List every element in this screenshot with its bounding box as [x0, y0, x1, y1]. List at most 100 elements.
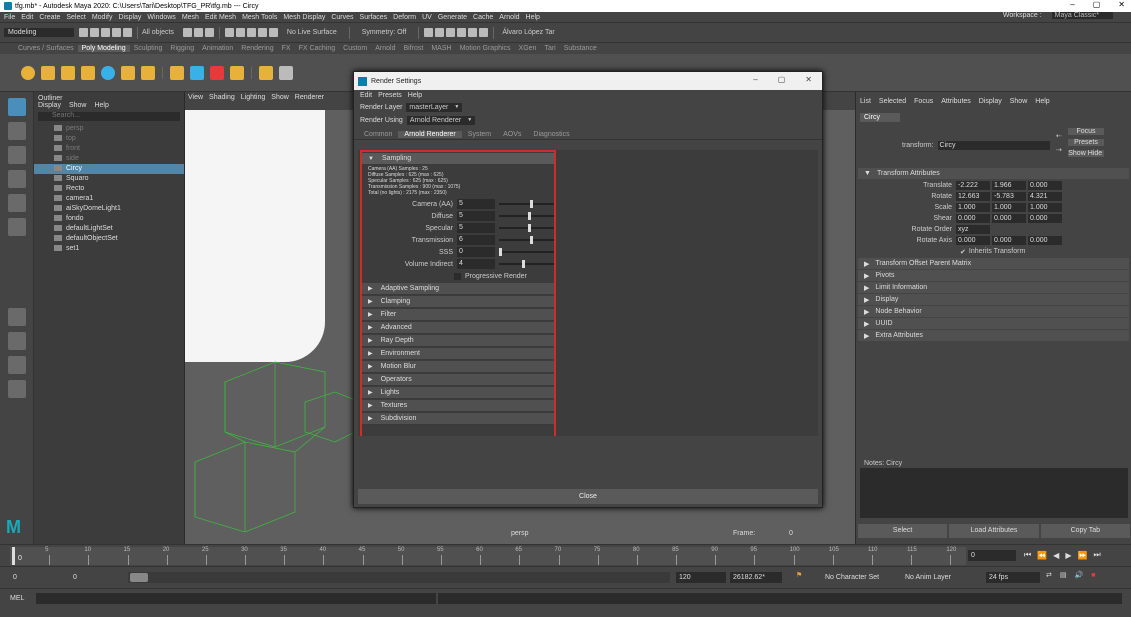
load-attributes-button[interactable]: Load Attributes: [949, 524, 1039, 538]
close-button[interactable]: ✕: [1118, 0, 1125, 9]
step-back-frame-icon[interactable]: ◀: [1053, 551, 1059, 560]
scale-z-field[interactable]: 1.000: [1028, 203, 1062, 212]
section-clamping[interactable]: ▶ Clamping: [362, 296, 554, 308]
select-button[interactable]: Select: [858, 524, 948, 538]
shelf-tab-motion-graphics[interactable]: Motion Graphics: [456, 45, 515, 52]
transmission-field[interactable]: 6: [457, 235, 495, 245]
shelf-tab-tari[interactable]: Tari: [540, 45, 559, 52]
section-motion-blur[interactable]: ▶ Motion Blur: [362, 361, 554, 373]
ae-section-display[interactable]: ▶ Display: [858, 294, 1129, 305]
playback-start-field[interactable]: 0: [70, 572, 124, 583]
animation-end-field[interactable]: 26182.62*: [730, 572, 782, 583]
shelf-tab-rendering[interactable]: Rendering: [237, 45, 277, 52]
preferences-icon[interactable]: ▤: [1060, 571, 1067, 579]
rs-tab-diagnostics[interactable]: Diagnostics: [527, 131, 575, 138]
menu-create[interactable]: Create: [39, 14, 60, 21]
rotate-axis-x-field[interactable]: 0.000: [956, 236, 990, 245]
camera-aa-field[interactable]: 5: [457, 199, 495, 209]
menu-deform[interactable]: Deform: [393, 14, 416, 21]
slider-knob[interactable]: [530, 236, 534, 244]
menu-edit-mesh[interactable]: Edit Mesh: [205, 14, 236, 21]
render-frame-icon[interactable]: [435, 28, 445, 37]
poly-cylinder-icon[interactable]: [61, 65, 75, 80]
outliner-item-circy[interactable]: Circy: [34, 164, 184, 174]
section-filter[interactable]: ▶ Filter: [362, 309, 554, 321]
character-set-dropdown[interactable]: No Character Set: [822, 572, 898, 583]
copy-tab-button[interactable]: Copy Tab: [1040, 524, 1130, 538]
section-environment[interactable]: ▶ Environment: [362, 348, 554, 360]
camera-aa-slider[interactable]: [499, 200, 554, 208]
sss-field[interactable]: 0: [457, 247, 495, 257]
snap-curve-icon[interactable]: [235, 28, 245, 37]
ae-section-limit-information[interactable]: ▶ Limit Information: [858, 282, 1129, 293]
rs-maximize-button[interactable]: ▢: [778, 75, 786, 84]
arnold-render-icon[interactable]: [479, 28, 489, 37]
range-bar-handle[interactable]: [130, 573, 148, 582]
menu-surfaces[interactable]: Surfaces: [360, 14, 388, 21]
rs-minimize-button[interactable]: –: [753, 75, 757, 84]
focus-button[interactable]: Focus: [1068, 128, 1104, 135]
poly-torus-icon[interactable]: [101, 65, 115, 80]
live-surface-field[interactable]: No Live Surface: [287, 29, 337, 36]
shelf-tab-mash[interactable]: MASH: [427, 45, 455, 52]
time-slider[interactable]: 0 5 10 15 20 25 30 35 40 45 50 55 60 65 70 75 80 85 90 95 1…: [0, 544, 1131, 566]
poly-cube-icon[interactable]: [41, 65, 55, 80]
menu-edit[interactable]: Edit: [21, 14, 33, 21]
presets-icon[interactable]: ⇢: [1056, 146, 1062, 154]
specular-slider[interactable]: [499, 224, 554, 232]
shear-y-field[interactable]: 0.000: [992, 214, 1026, 223]
outliner-layout-icon[interactable]: [8, 380, 26, 398]
range-bar[interactable]: [128, 572, 670, 583]
rotate-axis-z-field[interactable]: 0.000: [1028, 236, 1062, 245]
paint-select-tool-icon[interactable]: [8, 146, 26, 164]
diffuse-slider[interactable]: [499, 212, 554, 220]
mel-label[interactable]: MEL: [10, 595, 24, 602]
poly-disc-icon[interactable]: [141, 65, 155, 80]
workspace-dropdown[interactable]: Maya Classic*: [1051, 12, 1113, 19]
ae-menu-list[interactable]: List: [860, 98, 871, 105]
menu-curves[interactable]: Curves: [331, 14, 353, 21]
ae-menu-attributes[interactable]: Attributes: [941, 98, 971, 105]
section-advanced[interactable]: ▶ Advanced: [362, 322, 554, 334]
volume-indirect-slider[interactable]: [499, 260, 554, 268]
outliner-search-input[interactable]: Search...: [38, 112, 180, 121]
shear-z-field[interactable]: 0.000: [1028, 214, 1062, 223]
combine-icon[interactable]: [190, 65, 204, 80]
outliner-menu-help[interactable]: Help: [94, 102, 108, 109]
maximize-button[interactable]: ▢: [1093, 0, 1101, 9]
shelf-tab-custom[interactable]: Custom: [339, 45, 371, 52]
select-tool-icon[interactable]: [8, 98, 26, 116]
menu-file[interactable]: File: [4, 14, 15, 21]
poly-sphere-icon[interactable]: [21, 65, 35, 80]
scale-y-field[interactable]: 1.000: [992, 203, 1026, 212]
shelf-tab-fx-caching[interactable]: FX Caching: [295, 45, 340, 52]
presets-button[interactable]: Presets: [1068, 139, 1104, 146]
focus-icon[interactable]: ⇠: [1056, 132, 1062, 140]
viewport-menu-lighting[interactable]: Lighting: [241, 94, 266, 101]
two-view-layout-icon[interactable]: [8, 356, 26, 374]
menu-help[interactable]: Help: [526, 14, 540, 21]
checkmark-icon[interactable]: ✔: [960, 248, 966, 256]
step-back-key-icon[interactable]: ⏪: [1037, 551, 1047, 560]
rs-tab-system[interactable]: System: [462, 131, 497, 138]
render-view-icon[interactable]: [424, 28, 434, 37]
viewport-menu-show[interactable]: Show: [271, 94, 289, 101]
redo-icon[interactable]: [123, 28, 132, 37]
ae-section-extra-attributes[interactable]: ▶ Extra Attributes: [858, 330, 1129, 341]
outliner-item-top[interactable]: top: [34, 134, 184, 144]
outliner-item-default-object-set[interactable]: defaultObjectSet: [34, 234, 184, 244]
diffuse-field[interactable]: 5: [457, 211, 495, 221]
translate-z-field[interactable]: 0.000: [1028, 181, 1062, 190]
super-shape-icon[interactable]: [170, 65, 184, 80]
hide-button[interactable]: Hide: [1086, 150, 1104, 157]
rs-close-dialog-button[interactable]: Close: [358, 489, 818, 504]
ae-section-offset-parent-matrix[interactable]: ▶ Transform Offset Parent Matrix: [858, 258, 1129, 269]
select-object-icon[interactable]: [193, 28, 203, 37]
ae-menu-focus[interactable]: Focus: [914, 98, 933, 105]
select-component-icon[interactable]: [204, 28, 214, 37]
rs-tab-arnold-renderer[interactable]: Arnold Renderer: [398, 130, 462, 138]
ae-section-pivots[interactable]: ▶ Pivots: [858, 270, 1129, 281]
outliner-item-recto[interactable]: Recto: [34, 184, 184, 194]
menu-mesh[interactable]: Mesh: [182, 14, 199, 21]
current-frame-field[interactable]: 0: [968, 550, 1016, 561]
